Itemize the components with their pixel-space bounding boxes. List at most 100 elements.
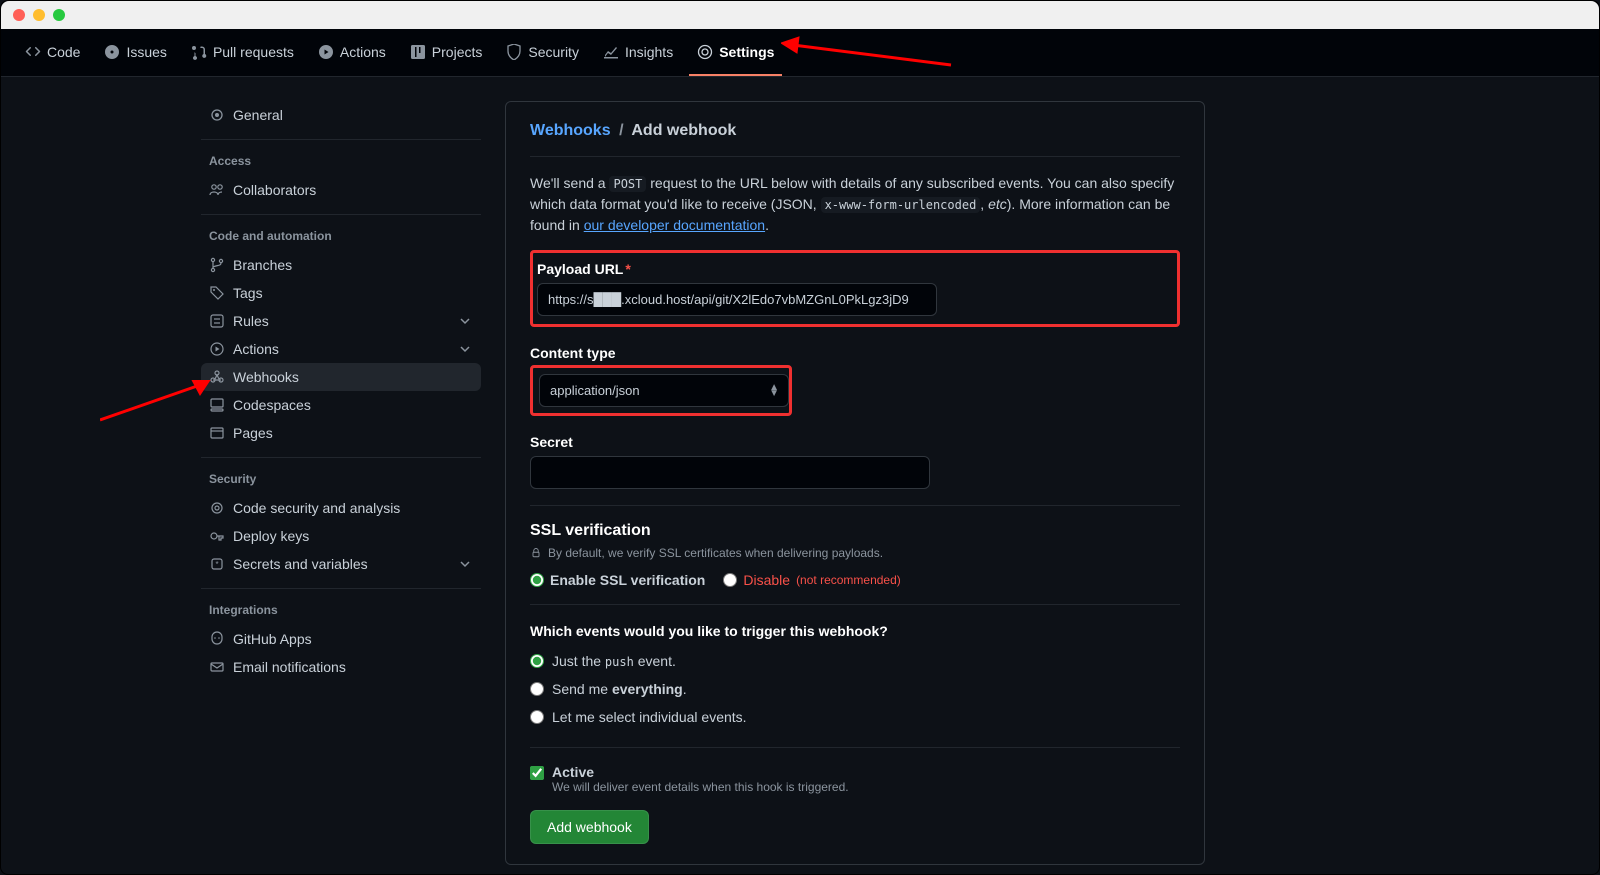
event-push-option[interactable]: Just the push event.	[530, 647, 1180, 675]
sidebar-tags-label: Tags	[233, 285, 263, 301]
payload-url-input[interactable]	[537, 283, 937, 316]
ssl-disable-label: Disable	[743, 572, 790, 588]
shield-icon	[506, 44, 522, 60]
nav-issues[interactable]: Issues	[96, 30, 174, 76]
events-heading: Which events would you like to trigger t…	[530, 623, 1180, 639]
breadcrumb-webhooks-link[interactable]: Webhooks	[530, 122, 611, 139]
nav-pulls-label: Pull requests	[213, 44, 294, 60]
nav-insights[interactable]: Insights	[595, 30, 681, 76]
nav-projects-label: Projects	[432, 44, 483, 60]
codespaces-icon	[209, 397, 225, 413]
sidebar-deploy-keys[interactable]: Deploy keys	[201, 522, 481, 550]
ssl-disable-note: (not recommended)	[796, 573, 901, 587]
sidebar-email-notifications[interactable]: Email notifications	[201, 653, 481, 681]
sidebar-code-security[interactable]: Code security and analysis	[201, 494, 481, 522]
nav-projects[interactable]: Projects	[402, 30, 491, 76]
nav-settings[interactable]: Settings	[689, 30, 782, 76]
sidebar-pages[interactable]: Pages	[201, 419, 481, 447]
sidebar-code-security-label: Code security and analysis	[233, 500, 400, 516]
sidebar-github-apps-label: GitHub Apps	[233, 631, 312, 647]
add-webhook-button[interactable]: Add webhook	[530, 810, 649, 844]
ssl-enable-option[interactable]: Enable SSL verification	[530, 572, 705, 588]
sidebar-actions-label: Actions	[233, 341, 279, 357]
payload-url-label: Payload URL*	[537, 261, 1169, 277]
nav-settings-label: Settings	[719, 44, 774, 60]
settings-sidebar: General Access Collaborators Code and au…	[201, 101, 481, 865]
sidebar-rules[interactable]: Rules	[201, 307, 481, 335]
ssl-disable-radio[interactable]	[723, 573, 737, 587]
sidebar-actions[interactable]: Actions	[201, 335, 481, 363]
sidebar-secrets-label: Secrets and variables	[233, 556, 368, 572]
pull-request-icon	[191, 44, 207, 60]
sidebar-tags[interactable]: Tags	[201, 279, 481, 307]
intro-text: We'll send a POST request to the URL bel…	[530, 173, 1180, 236]
window-titlebar	[1, 1, 1599, 29]
mail-icon	[209, 659, 225, 675]
app-icon	[209, 631, 225, 647]
close-window-icon[interactable]	[13, 9, 25, 21]
gear-icon	[209, 107, 225, 123]
content-type-select[interactable]: application/json	[539, 374, 789, 407]
ssl-note: By default, we verify SSL certificates w…	[530, 546, 1180, 560]
event-push-radio[interactable]	[530, 654, 544, 668]
sidebar-email-notifications-label: Email notifications	[233, 659, 346, 675]
maximize-window-icon[interactable]	[53, 9, 65, 21]
sidebar-webhooks[interactable]: Webhooks	[201, 363, 481, 391]
sidebar-deploy-keys-label: Deploy keys	[233, 528, 309, 544]
ssl-disable-option[interactable]: Disable (not recommended)	[723, 572, 900, 588]
event-individual-option[interactable]: Let me select individual events.	[530, 703, 1180, 731]
browser-icon	[209, 425, 225, 441]
sidebar-codespaces[interactable]: Codespaces	[201, 391, 481, 419]
nav-code[interactable]: Code	[17, 30, 88, 76]
ssl-enable-label: Enable SSL verification	[550, 572, 705, 588]
nav-pulls[interactable]: Pull requests	[183, 30, 302, 76]
chevron-down-icon	[457, 313, 473, 329]
rules-icon	[209, 313, 225, 329]
annotation-arrow-settings	[781, 35, 961, 80]
breadcrumb-current: Add webhook	[631, 122, 736, 139]
event-individual-radio[interactable]	[530, 710, 544, 724]
sidebar-pages-label: Pages	[233, 425, 273, 441]
sidebar-secrets[interactable]: * Secrets and variables	[201, 550, 481, 578]
webhook-form-panel: Webhooks / Add webhook We'll send a POST…	[505, 101, 1205, 865]
chevron-down-icon	[457, 341, 473, 357]
breadcrumb: Webhooks / Add webhook	[530, 122, 1180, 140]
sidebar-collaborators[interactable]: Collaborators	[201, 176, 481, 204]
sidebar-heading-integrations: Integrations	[201, 599, 481, 621]
sidebar-collaborators-label: Collaborators	[233, 182, 316, 198]
sidebar-branches[interactable]: Branches	[201, 251, 481, 279]
ssl-enable-radio[interactable]	[530, 573, 544, 587]
nav-security[interactable]: Security	[498, 30, 587, 76]
minimize-window-icon[interactable]	[33, 9, 45, 21]
secret-icon: *	[209, 556, 225, 572]
issue-icon	[104, 44, 120, 60]
nav-actions[interactable]: Actions	[310, 30, 394, 76]
event-everything-option[interactable]: Send me everything.	[530, 675, 1180, 703]
sidebar-heading-access: Access	[201, 150, 481, 172]
play-circle-icon	[209, 341, 225, 357]
sidebar-rules-label: Rules	[233, 313, 269, 329]
nav-code-label: Code	[47, 44, 80, 60]
sidebar-general[interactable]: General	[201, 101, 481, 129]
active-label: Active	[552, 764, 849, 780]
scan-icon	[209, 500, 225, 516]
sidebar-heading-code: Code and automation	[201, 225, 481, 247]
content-type-label: Content type	[530, 345, 1180, 361]
sidebar-github-apps[interactable]: GitHub Apps	[201, 625, 481, 653]
sidebar-heading-security: Security	[201, 468, 481, 490]
sidebar-branches-label: Branches	[233, 257, 292, 273]
nav-issues-label: Issues	[126, 44, 166, 60]
secret-label: Secret	[530, 434, 1180, 450]
active-checkbox[interactable]	[530, 766, 544, 780]
nav-insights-label: Insights	[625, 44, 673, 60]
play-icon	[318, 44, 334, 60]
tag-icon	[209, 285, 225, 301]
key-icon	[209, 528, 225, 544]
sidebar-general-label: General	[233, 107, 283, 123]
secret-input[interactable]	[530, 456, 930, 489]
docs-link[interactable]: our developer documentation	[584, 217, 765, 233]
gear-icon	[697, 44, 713, 60]
event-everything-radio[interactable]	[530, 682, 544, 696]
people-icon	[209, 182, 225, 198]
sidebar-codespaces-label: Codespaces	[233, 397, 311, 413]
